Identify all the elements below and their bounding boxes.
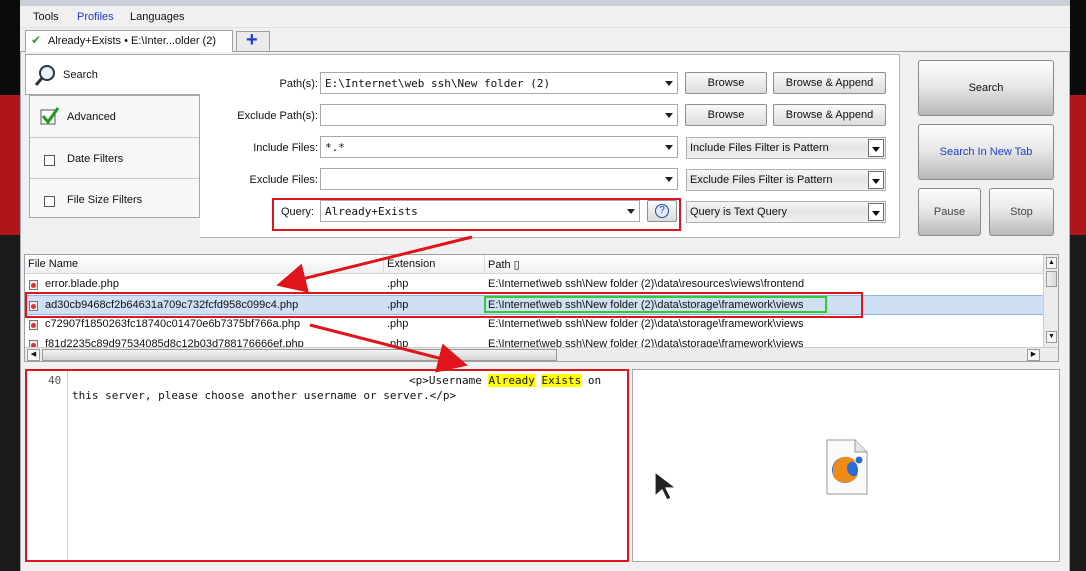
preview-annotation-box — [25, 369, 629, 562]
path-annotation-box — [484, 296, 827, 313]
query-annotation-box — [272, 198, 681, 231]
